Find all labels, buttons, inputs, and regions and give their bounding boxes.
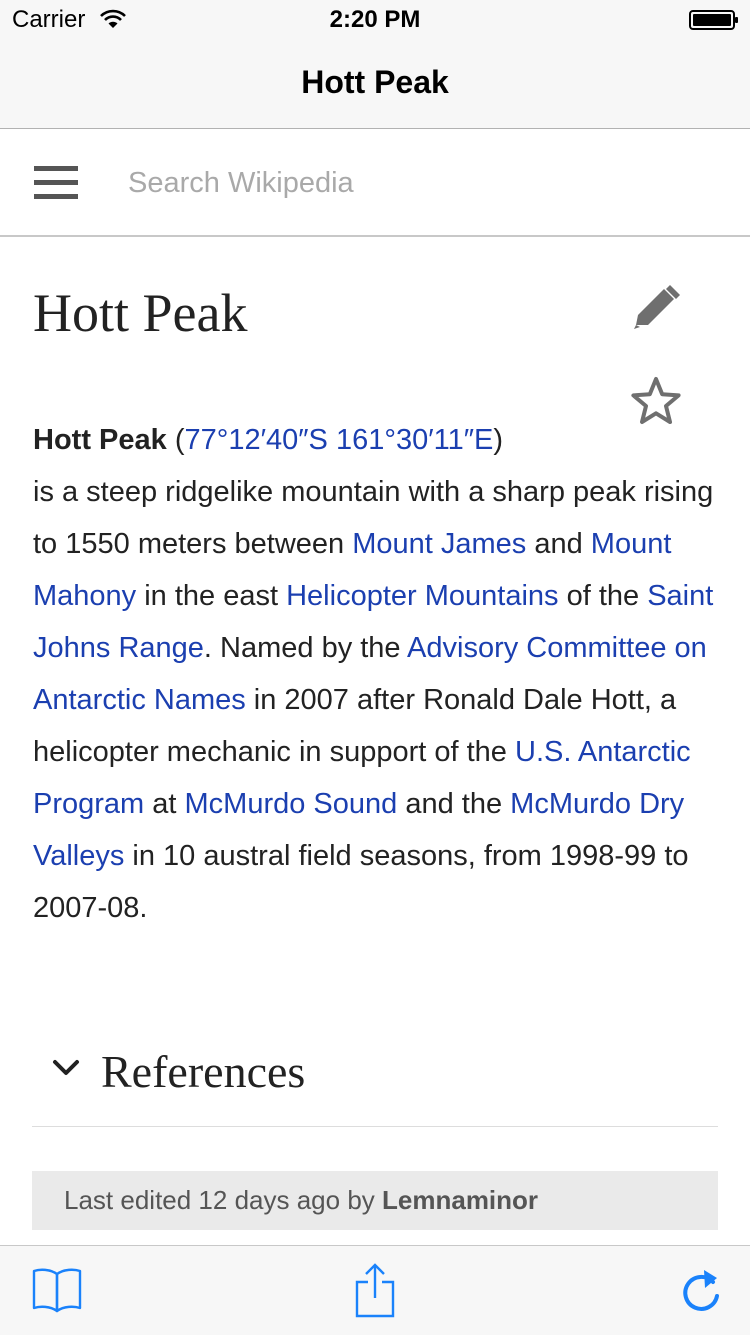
text-segment-3: in the east [136, 580, 287, 612]
link-helicopter-mountains[interactable]: Helicopter Mountains [286, 580, 558, 612]
refresh-icon[interactable] [680, 1268, 722, 1319]
top-bar: Carrier 2:20 PM Hott Peak [0, 0, 750, 129]
article-body: Hott Peak (77°12′40″S 161°30′11″E) is a … [33, 414, 733, 934]
text-close-paren: ) [493, 424, 504, 456]
bold-title: Hott Peak [33, 424, 167, 456]
references-section-header[interactable]: References [32, 1040, 718, 1127]
text-segment-2: and [526, 528, 591, 560]
text-segment-9: in 10 austral field seasons, from 1998-9… [33, 840, 689, 924]
text-segment-5: . Named by the [203, 632, 408, 664]
article-title: Hott Peak [33, 283, 248, 343]
book-icon[interactable] [32, 1266, 82, 1319]
nav-title: Hott Peak [301, 64, 449, 100]
last-edited-text: Last edited 12 days ago by Lemnaminor [64, 1185, 538, 1216]
pencil-icon[interactable] [630, 285, 682, 338]
bottom-toolbar [0, 1245, 750, 1335]
link-coordinates[interactable]: 77°12′40″S 161°30′11″E [184, 424, 493, 456]
status-time: 2:20 PM [329, 6, 421, 33]
last-edited-prefix: Last edited 12 days ago by [64, 1185, 383, 1215]
last-edited-user: Lemnaminor [382, 1185, 539, 1215]
share-icon[interactable] [354, 1262, 396, 1323]
text-open-paren: ( [166, 424, 185, 456]
references-title: References [101, 1046, 306, 1097]
link-mount-james[interactable]: Mount James [352, 528, 526, 560]
hamburger-menu-icon[interactable] [34, 166, 78, 205]
chevron-down-icon [52, 1058, 80, 1083]
text-segment-8: and the [397, 788, 511, 820]
last-edited-bar[interactable]: Last edited 12 days ago by Lemnaminor [32, 1171, 718, 1230]
text-segment-7: at [144, 788, 185, 820]
link-mcmurdo-sound[interactable]: McMurdo Sound [185, 788, 398, 820]
search-input[interactable] [128, 163, 688, 203]
text-segment-4: of the [558, 580, 648, 612]
battery-icon [689, 10, 739, 35]
